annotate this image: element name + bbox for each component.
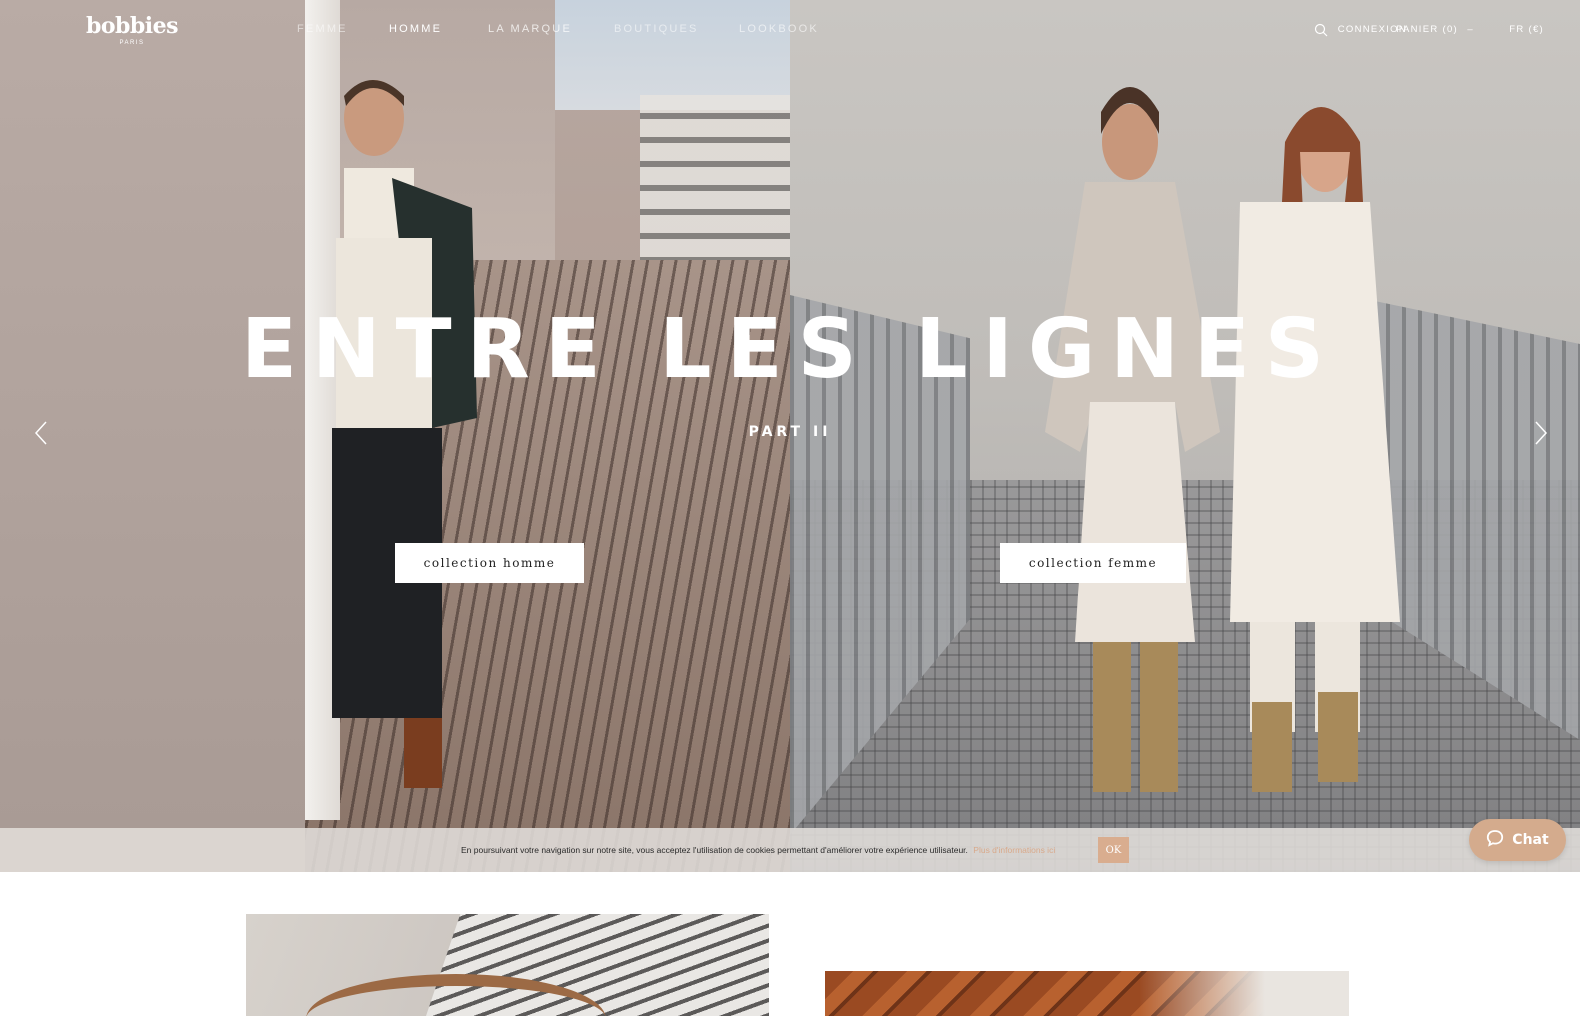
logo-wordmark: bobbies xyxy=(85,13,179,39)
nav-item-femme[interactable]: FEMME xyxy=(297,23,348,35)
hero-title: ENTRE LES LIGNES xyxy=(241,302,1339,397)
header-utilities: CONNEXION PANIER (0) – FR (€) xyxy=(1290,23,1550,37)
cookie-ok-button[interactable]: OK xyxy=(1098,837,1129,863)
nav-item-homme[interactable]: HOMME xyxy=(389,23,442,35)
product-thumbnail-2[interactable] xyxy=(825,971,1349,1016)
language-currency-selector[interactable]: FR (€) xyxy=(1509,24,1544,35)
utility-separator: – xyxy=(1467,24,1474,35)
cookie-more-info-link[interactable]: Plus d'informations ici xyxy=(973,845,1055,855)
chat-button[interactable]: Chat xyxy=(1469,819,1566,861)
product-thumbnail-1[interactable] xyxy=(246,914,769,1016)
search-icon[interactable] xyxy=(1314,23,1328,37)
nav-item-boutiques[interactable]: BOUTIQUES xyxy=(614,23,699,35)
hero-subtitle: PART II xyxy=(748,424,832,440)
site-logo[interactable]: bobbies PARIS xyxy=(84,13,180,47)
chat-label: Chat xyxy=(1512,832,1549,848)
collection-femme-button[interactable]: collection femme xyxy=(1000,543,1186,583)
nav-item-lookbook[interactable]: LOOKBOOK xyxy=(739,23,819,35)
cookie-message-text: En poursuivant votre navigation sur notr… xyxy=(461,845,968,855)
chat-bubble-icon xyxy=(1486,829,1504,851)
nav-item-la-marque[interactable]: LA MARQUE xyxy=(488,23,572,35)
cart-link[interactable]: PANIER (0) xyxy=(1396,24,1458,35)
logo-subtitle: PARIS xyxy=(119,40,145,46)
chevron-left-icon[interactable] xyxy=(30,420,54,446)
cookie-message: En poursuivant votre navigation sur notr… xyxy=(461,845,1055,855)
chevron-right-icon[interactable] xyxy=(1528,420,1552,446)
collection-homme-button[interactable]: collection homme xyxy=(395,543,584,583)
